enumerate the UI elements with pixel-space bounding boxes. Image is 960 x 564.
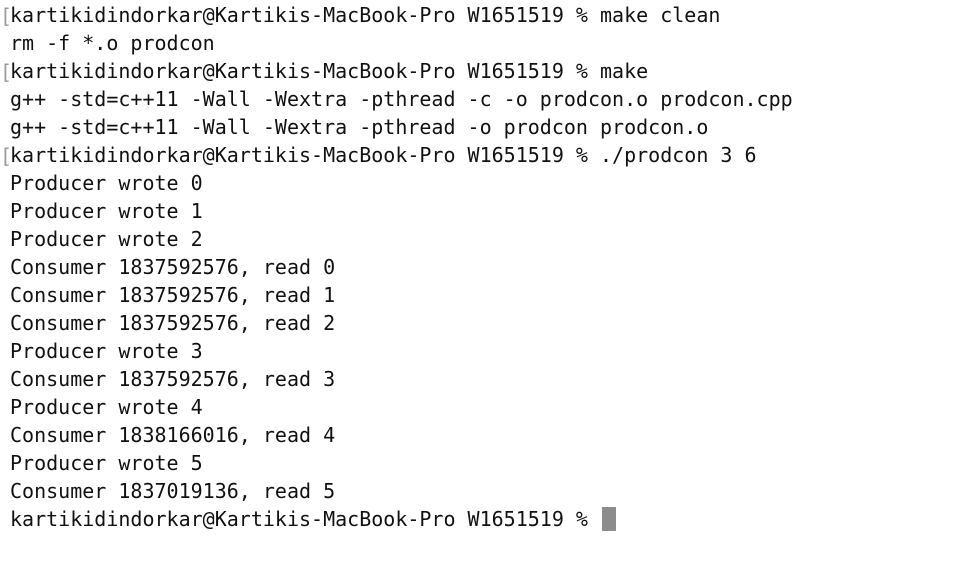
terminal-line: Producer wrote 4 [0,393,960,421]
output-line: g++ -std=c++11 -Wall -Wextra -pthread -o… [10,115,709,139]
output-line: Producer wrote 0 [10,171,203,195]
terminal-line: Consumer 1837592576, read 1 [0,281,960,309]
terminal-line: Consumer 1838166016, read 4 [0,421,960,449]
command-line: kartikidindorkar@Kartikis-MacBook-Pro W1… [10,59,649,83]
terminal-line: Producer wrote 2 [0,225,960,253]
output-line: Producer wrote 3 [10,339,203,363]
prompt-line[interactable]: kartikidindorkar@Kartikis-MacBook-Pro W1… [0,505,960,533]
terminal-line: g++ -std=c++11 -Wall -Wextra -pthread -c… [0,85,960,113]
output-line: Consumer 1837019136, read 5 [10,479,336,503]
output-line: Producer wrote 2 [10,227,203,251]
shell-prompt: kartikidindorkar@Kartikis-MacBook-Pro W1… [10,507,601,531]
terminal-line: [kartikidindorkar@Kartikis-MacBook-Pro W… [0,141,960,169]
line-marker: [ [0,60,13,84]
terminal-line: Consumer 1837592576, read 0 [0,253,960,281]
output-line: Producer wrote 1 [10,199,203,223]
output-line: Consumer 1837592576, read 2 [10,311,336,335]
command-line: kartikidindorkar@Kartikis-MacBook-Pro W1… [10,3,721,27]
output-line: Consumer 1837592576, read 0 [10,255,336,279]
line-marker: [ [0,4,13,28]
terminal-line: Consumer 1837592576, read 2 [0,309,960,337]
terminal-window[interactable]: [kartikidindorkar@Kartikis-MacBook-Pro W… [0,0,960,564]
command-line: kartikidindorkar@Kartikis-MacBook-Pro W1… [10,143,757,167]
terminal-line: Consumer 1837019136, read 5 [0,477,960,505]
output-line: Consumer 1838166016, read 4 [10,423,336,447]
terminal-line: Producer wrote 3 [0,337,960,365]
terminal-line: rm -f *.o prodcon [0,29,960,57]
terminal-line: Producer wrote 1 [0,197,960,225]
text-cursor[interactable] [602,507,617,531]
terminal-line: Consumer 1837592576, read 3 [0,365,960,393]
output-line: Producer wrote 4 [10,395,203,419]
output-line: g++ -std=c++11 -Wall -Wextra -pthread -c… [10,87,793,111]
line-marker: [ [0,144,13,168]
terminal-line: g++ -std=c++11 -Wall -Wextra -pthread -o… [0,113,960,141]
output-line: Consumer 1837592576, read 1 [10,283,336,307]
terminal-line: Producer wrote 5 [0,449,960,477]
terminal-line: [kartikidindorkar@Kartikis-MacBook-Pro W… [0,1,960,29]
terminal-line: Producer wrote 0 [0,169,960,197]
output-line: Producer wrote 5 [10,451,203,475]
terminal-line: [kartikidindorkar@Kartikis-MacBook-Pro W… [0,57,960,85]
output-line: rm -f *.o prodcon [10,31,215,55]
output-line: Consumer 1837592576, read 3 [10,367,336,391]
